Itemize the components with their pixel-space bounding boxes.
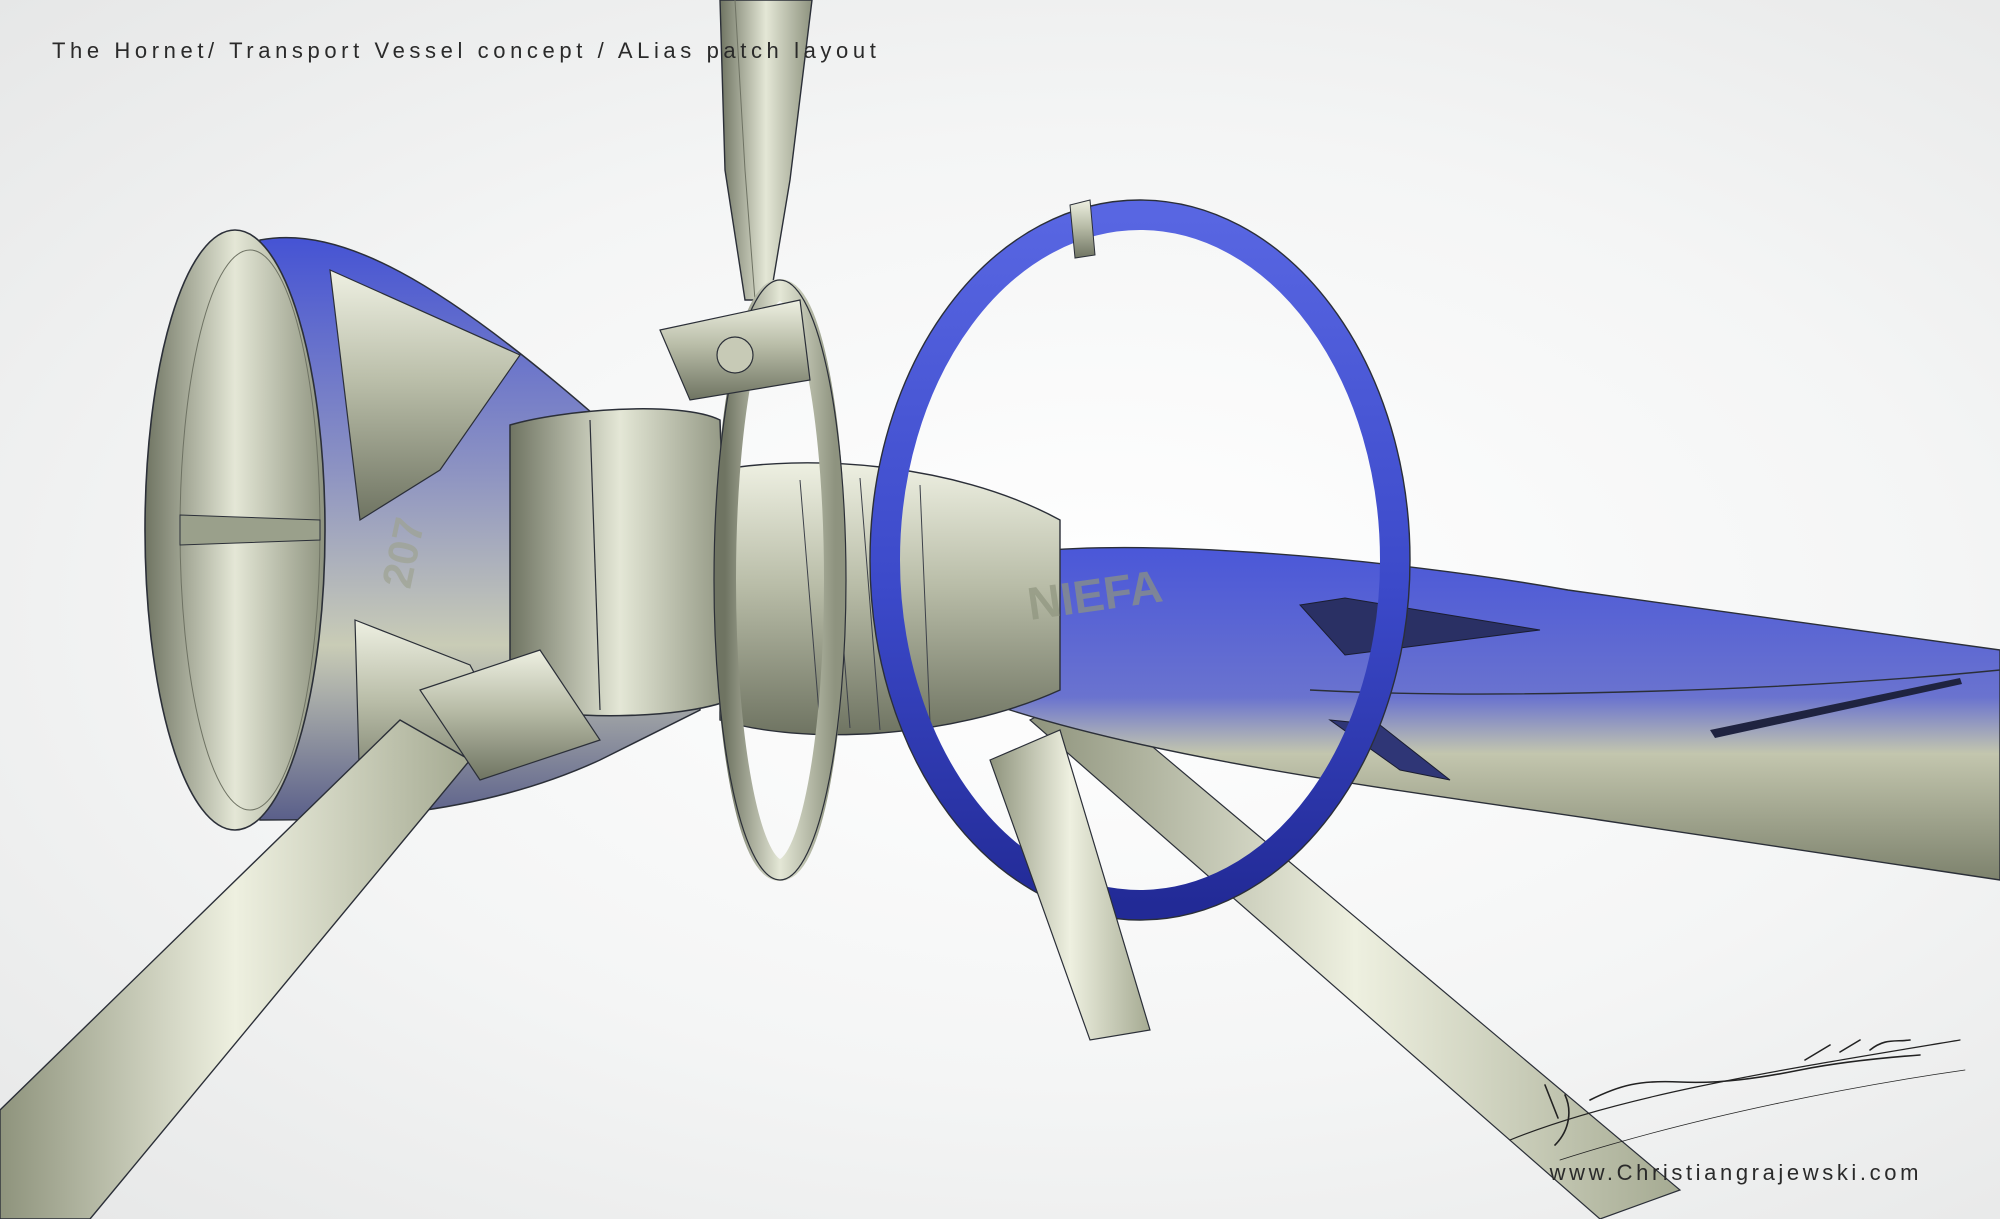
page-title: The Hornet/ Transport Vessel concept / A… xyxy=(52,38,881,63)
hornet-render: 207 NIEFA xyxy=(0,0,2000,1219)
antenna-fin xyxy=(1069,199,1096,259)
disc-fin xyxy=(179,514,321,546)
hinge-pin xyxy=(716,336,754,374)
website-url: www.Christiangrajewski.com xyxy=(1549,1160,1922,1185)
